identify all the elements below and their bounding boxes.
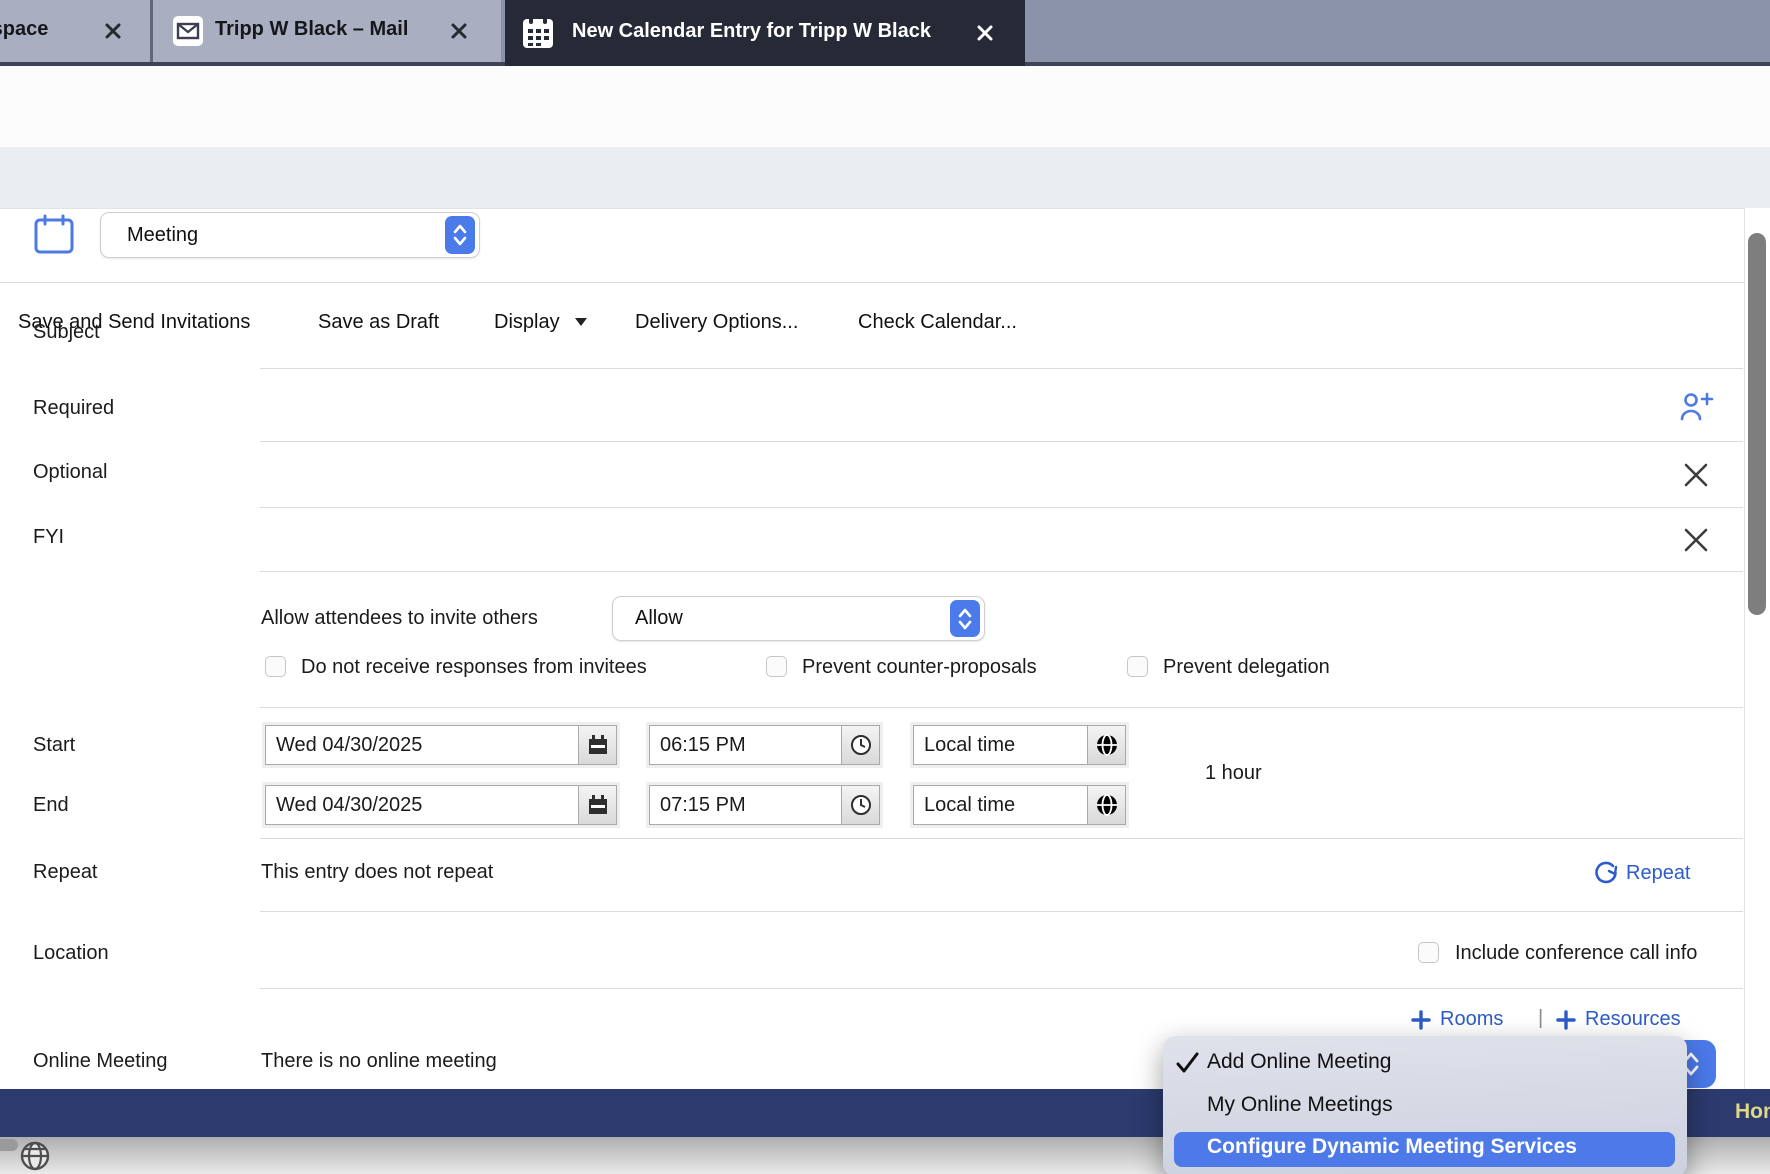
prevent-counter-label: Prevent counter-proposals [802, 653, 1037, 681]
prevent-delegation-label: Prevent delegation [1163, 653, 1330, 681]
link-divider: | [1538, 1004, 1543, 1032]
required-label: Required [33, 394, 114, 422]
start-timezone-value[interactable]: Local time [913, 725, 1088, 765]
end-date-field: Wed 04/30/2025 [262, 782, 620, 828]
select-stepper-icon [950, 600, 980, 637]
clock-icon [849, 733, 873, 757]
format-toolbar: b i u A [0, 66, 1770, 148]
repeat-link[interactable]: Repeat [1626, 859, 1691, 887]
menu-item-configure-dms[interactable]: Configure Dynamic Meeting Services [1174, 1132, 1675, 1167]
tab-mail-label: Tripp W Black – Mail [215, 18, 408, 41]
end-time-picker-button[interactable] [842, 785, 880, 825]
tab-workspace[interactable]: Workspace [0, 0, 150, 62]
calendar-icon [586, 793, 610, 817]
calendar-entry-icon [33, 212, 75, 261]
vertical-scrollbar-thumb[interactable] [1748, 233, 1766, 615]
add-rooms-link[interactable]: Rooms [1440, 1005, 1503, 1033]
invite-others-label: Allow attendees to invite others [261, 604, 538, 632]
prevent-counter-checkbox[interactable] [766, 656, 787, 677]
calendar-icon [522, 16, 554, 55]
end-timezone-button[interactable] [1088, 785, 1126, 825]
prevent-delegation-checkbox[interactable] [1127, 656, 1148, 677]
online-meeting-label: Online Meeting [33, 1047, 168, 1075]
duration-text: 1 hour [1205, 759, 1262, 787]
no-responses-checkbox[interactable] [265, 656, 286, 677]
plus-icon[interactable] [1411, 1010, 1431, 1035]
conference-call-checkbox[interactable] [1418, 942, 1439, 963]
online-meeting-value: There is no online meeting [261, 1047, 497, 1075]
network-globe-icon[interactable] [20, 1140, 52, 1174]
mail-icon [172, 15, 204, 52]
tab-calendar-label: New Calendar Entry for Tripp W Black [572, 20, 931, 43]
tab-workspace-label: Workspace [0, 18, 48, 41]
checkmark-icon [1175, 1050, 1201, 1081]
repeat-value: This entry does not repeat [261, 858, 493, 886]
end-time-field: 07:15 PM [646, 782, 883, 828]
menu-item-my-online-meetings[interactable]: My Online Meetings [1207, 1091, 1393, 1119]
optional-attendees-input[interactable] [260, 450, 1660, 506]
action-bar: Save and Send Invitations Save as Draft … [0, 147, 1770, 209]
close-icon[interactable] [103, 21, 123, 46]
clear-fyi-icon[interactable] [1682, 526, 1710, 559]
start-date-field: Wed 04/30/2025 [262, 722, 620, 768]
start-date-picker-button[interactable] [579, 725, 617, 765]
optional-label: Optional [33, 458, 108, 486]
online-meeting-menu: Add Online Meeting My Online Meetings Co… [1163, 1036, 1687, 1174]
end-timezone-field: Local time [910, 782, 1129, 828]
tab-new-calendar-entry[interactable]: New Calendar Entry for Tripp W Black [505, 0, 1025, 66]
close-icon[interactable] [975, 23, 995, 48]
add-resources-link[interactable]: Resources [1585, 1005, 1681, 1033]
start-date-input[interactable]: Wed 04/30/2025 [265, 725, 579, 765]
repeat-icon[interactable] [1592, 860, 1620, 893]
calendar-icon [586, 733, 610, 757]
subject-input[interactable] [260, 318, 1743, 368]
invite-others-value: Allow [613, 607, 950, 630]
start-time-field: 06:15 PM [646, 722, 883, 768]
start-timezone-button[interactable] [1088, 725, 1126, 765]
close-icon[interactable] [449, 21, 469, 46]
location-input[interactable] [260, 925, 1390, 985]
fyi-label: FYI [33, 523, 64, 551]
start-timezone-field: Local time [910, 722, 1129, 768]
end-timezone-value[interactable]: Local time [913, 785, 1088, 825]
start-time-picker-button[interactable] [842, 725, 880, 765]
menu-item-add-online-meeting[interactable]: Add Online Meeting [1207, 1048, 1391, 1076]
start-time-input[interactable]: 06:15 PM [649, 725, 842, 765]
end-label: End [33, 791, 69, 819]
subject-label: Subject [33, 318, 100, 346]
tab-bar: Workspace Tripp W Black – Mail [0, 0, 1770, 66]
required-attendees-input[interactable] [260, 385, 1660, 441]
end-time-input[interactable]: 07:15 PM [649, 785, 842, 825]
entry-type-value: Meeting [101, 224, 445, 247]
location-label: Location [33, 939, 109, 967]
add-person-icon[interactable] [1678, 389, 1714, 432]
app-window: Workspace Tripp W Black – Mail [0, 0, 1770, 1174]
start-label: Start [33, 731, 75, 759]
entry-type-select[interactable]: Meeting [100, 212, 480, 258]
plus-icon[interactable] [1556, 1010, 1576, 1035]
select-stepper-icon [445, 216, 475, 254]
end-date-input[interactable]: Wed 04/30/2025 [265, 785, 579, 825]
clock-icon [849, 793, 873, 817]
no-responses-label: Do not receive responses from invitees [301, 653, 647, 681]
repeat-label: Repeat [33, 858, 98, 886]
conference-call-label: Include conference call info [1455, 939, 1697, 967]
home-link[interactable]: Home [1735, 1100, 1770, 1124]
status-stub [0, 1139, 18, 1151]
globe-icon [1095, 793, 1119, 817]
tab-mail[interactable]: Tripp W Black – Mail [153, 0, 501, 62]
invite-others-select[interactable]: Allow [612, 596, 985, 641]
fyi-attendees-input[interactable] [260, 515, 1660, 571]
globe-icon [1095, 733, 1119, 757]
end-date-picker-button[interactable] [579, 785, 617, 825]
clear-optional-icon[interactable] [1682, 461, 1710, 494]
